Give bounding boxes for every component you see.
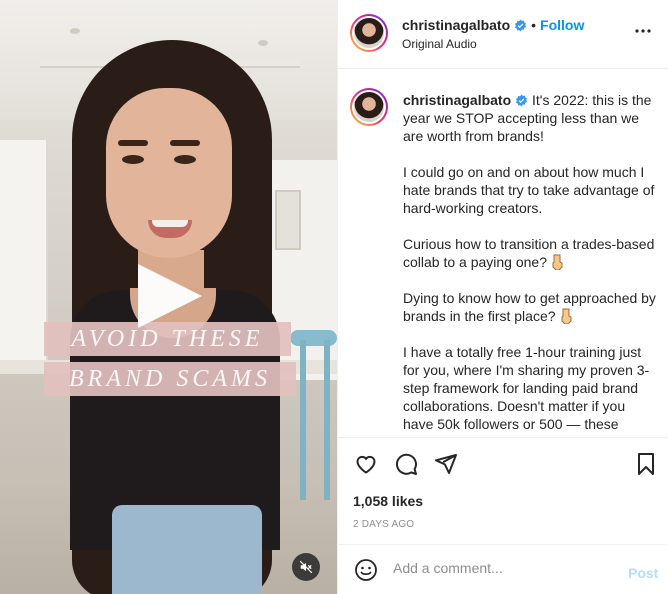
- separator-dot: •: [531, 17, 537, 33]
- likes-count[interactable]: 1,058 likes: [353, 493, 423, 509]
- avatar[interactable]: [350, 14, 388, 52]
- comment-bar: Post: [338, 544, 668, 594]
- share-icon[interactable]: [434, 452, 458, 476]
- post-header: christinagalbato • Follow Original Audio: [338, 0, 668, 69]
- verified-badge-icon: [516, 94, 528, 107]
- reel-video[interactable]: AVOID THESE BRAND SCAMS: [0, 0, 337, 594]
- caption-text: christinagalbato It's 2022: this is the …: [403, 91, 659, 436]
- post-date[interactable]: 2 DAYS AGO: [353, 519, 414, 530]
- heart-icon[interactable]: [354, 452, 378, 476]
- comment-input[interactable]: [393, 560, 613, 576]
- follow-button[interactable]: Follow: [540, 17, 584, 33]
- audio-link[interactable]: Original Audio: [402, 37, 477, 51]
- comment-icon[interactable]: [394, 452, 418, 476]
- pointing-down-emoji-icon: [552, 254, 563, 270]
- pointing-down-emoji-icon: [561, 308, 572, 324]
- speaker-muted-icon: [299, 560, 313, 574]
- caption-paragraph: I have a totally free 1-hour training ju…: [403, 344, 650, 432]
- caption-paragraph: Curious how to transition a trades-based…: [403, 236, 655, 270]
- more-horizontal-icon[interactable]: [634, 28, 652, 34]
- username-link[interactable]: christinagalbato: [402, 17, 510, 33]
- post-button[interactable]: Post: [628, 565, 658, 581]
- caption-paragraph: I could go on and on about how much I ha…: [403, 164, 655, 216]
- emoji-icon[interactable]: [354, 558, 378, 582]
- verified-badge-icon: [515, 19, 527, 32]
- mute-button[interactable]: [292, 553, 320, 581]
- caption-avatar[interactable]: [350, 88, 388, 126]
- bookmark-icon[interactable]: [634, 452, 658, 476]
- caption-section: christinagalbato It's 2022: this is the …: [338, 70, 668, 436]
- caption-paragraph: Dying to know how to get approached by b…: [403, 290, 656, 324]
- caption-username[interactable]: christinagalbato: [403, 92, 511, 108]
- action-bar: 1,058 likes 2 DAYS AGO: [338, 437, 668, 544]
- video-overlay-text-2: BRAND SCAMS: [44, 362, 296, 396]
- post-panel: christinagalbato • Follow Original Audio c…: [337, 0, 668, 594]
- play-icon[interactable]: [138, 264, 202, 328]
